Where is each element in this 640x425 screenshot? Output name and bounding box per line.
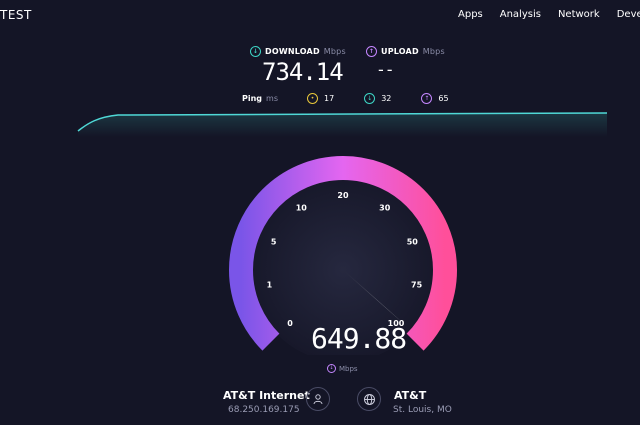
speed-direction-icon: ↓ [327,364,336,373]
gauge-tick-20: 20 [337,191,349,200]
upload-label: UPLOAD [381,47,419,56]
gauge-tick-75: 75 [411,281,423,290]
speed-graph-area [78,113,607,137]
ping-idle-value: 17 [324,94,335,103]
globe-icon[interactable] [357,387,381,411]
current-speed: 649.88 [311,322,407,355]
download-header: ↓ DOWNLOAD Mbps [250,46,346,57]
nav-analysis[interactable]: Analysis [500,9,541,20]
upload-value: -- [378,60,396,79]
nav-developers[interactable]: Develo [617,9,640,20]
idle-ping-icon: • [307,93,318,104]
download-arrow-icon: ↓ [250,46,261,57]
server-name[interactable]: AT&T [394,389,426,402]
nav-network[interactable]: Network [558,9,600,20]
upload-unit: Mbps [422,47,445,56]
top-nav: Apps Analysis Network Develo [458,9,640,20]
ping-download-value: 32 [381,94,392,103]
ping-download: ↓ 32 [364,93,391,104]
gauge-tick-1: 1 [267,281,273,290]
gauge-tick-50: 50 [407,237,419,246]
ping-upload: ↑ 65 [421,93,449,104]
download-unit: Mbps [323,47,346,56]
gauge-tick-0: 0 [287,319,293,328]
server-location[interactable]: St. Louis, MO [393,405,452,415]
nav-apps[interactable]: Apps [458,9,483,20]
ping-label: Ping [242,94,263,103]
ping-unit: ms [266,94,278,103]
upload-latency-icon: ↑ [421,93,433,104]
gauge-tick-30: 30 [379,204,391,213]
brand-logo[interactable]: TEST [0,8,32,22]
download-value: 734.14 [262,58,344,86]
download-latency-icon: ↓ [364,93,376,104]
client-ip: 68.250.169.175 [228,405,300,415]
upload-arrow-icon: ↑ [366,46,377,57]
speed-graph [77,112,608,137]
ping-row: Ping ms • 17 ↓ 32 ↑ 65 [242,93,479,104]
download-label: DOWNLOAD [265,47,320,56]
isp-name: AT&T Internet [223,389,310,402]
gauge-tick-10: 10 [296,204,308,213]
upload-header: ↑ UPLOAD Mbps [366,46,445,57]
gauge-tick-5: 5 [271,237,277,246]
speed-unit: ↓ Mbps [327,364,358,373]
speed-unit-label: Mbps [339,364,358,373]
user-icon[interactable] [306,387,330,411]
ping-upload-value: 65 [438,94,449,103]
ping-idle: • 17 [307,93,334,104]
